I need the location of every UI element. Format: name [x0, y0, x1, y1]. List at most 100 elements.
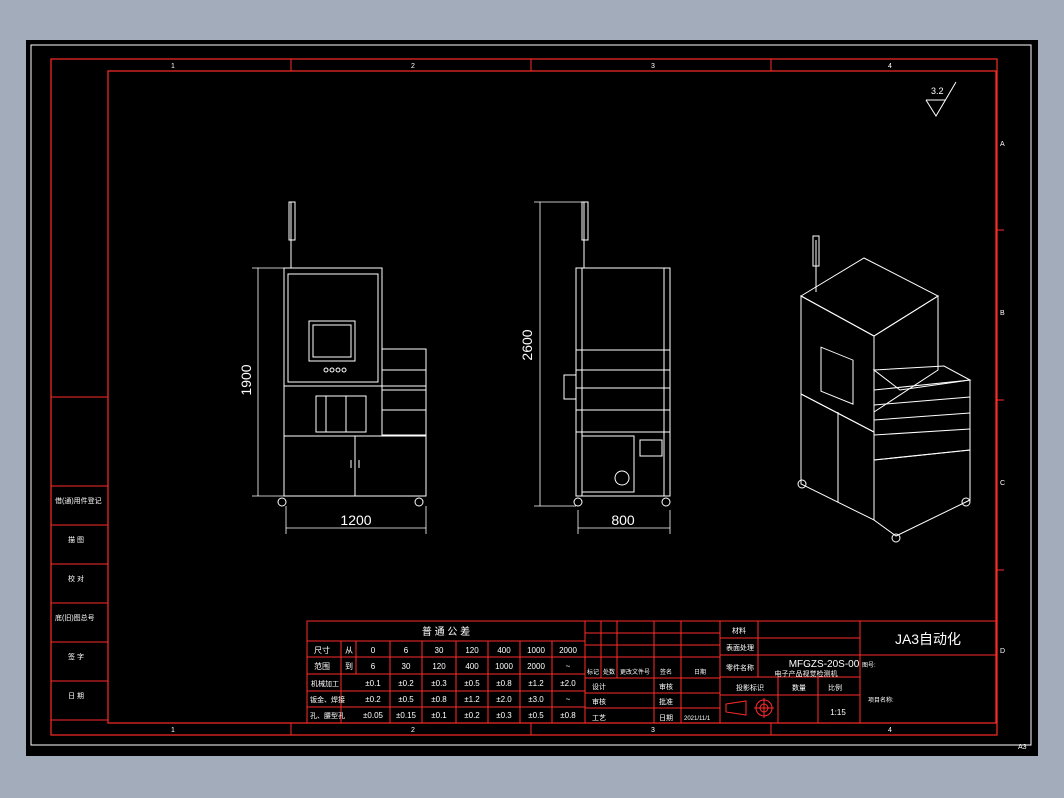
- tolerance-title: 普 通 公 差: [422, 625, 470, 638]
- scale-label: 比例: [828, 683, 842, 692]
- approval-right-2: 日期: [659, 714, 673, 722]
- tol-row1-v6: ~: [566, 695, 571, 704]
- material-label: 材料: [732, 626, 746, 635]
- company-name: JA3自动化: [895, 631, 961, 647]
- isometric-view: [797, 235, 972, 543]
- tol-to-5: 2000: [527, 662, 545, 671]
- tol-row2-label: 孔、腰型孔: [310, 711, 345, 720]
- zone-col-3-top: 3: [651, 63, 655, 70]
- quantity-label: 数量: [792, 683, 806, 692]
- tolerance-from-row: 0 6 30 120 400 1000 2000: [371, 646, 578, 655]
- projection-label: 投影标识: [736, 683, 764, 692]
- change-label-4: 日期: [694, 668, 706, 676]
- tol-to-3: 400: [465, 662, 479, 671]
- approval-label-1: 审核: [592, 697, 606, 706]
- tol-row0-v5: ±1.2: [528, 679, 544, 688]
- approval-right-0: 审核: [659, 682, 673, 691]
- project-label: 项目名称:: [868, 696, 894, 704]
- rev-label-3: 底(旧)图总号: [55, 613, 95, 622]
- approval-right-1: 批准: [659, 697, 673, 706]
- part-name-label: 零件名称: [726, 663, 754, 672]
- tol-from-0: 0: [371, 646, 376, 655]
- tol-row0-v3: ±0.5: [464, 679, 480, 688]
- tol-row2-v6: ±0.8: [560, 711, 576, 720]
- tol-from-3: 120: [465, 646, 479, 655]
- tol-to-4: 1000: [495, 662, 513, 671]
- tolerance-range-label: 范围: [314, 661, 330, 671]
- zone-col-3-bottom: 3: [651, 727, 655, 734]
- change-label-3: 签名: [660, 668, 672, 676]
- outer-frame: [50, 58, 998, 736]
- tolerance-row-machining: 机械加工 ±0.1 ±0.2 ±0.3 ±0.5 ±0.8 ±1.2 ±2.0: [311, 679, 576, 688]
- dim-front-width: 1200: [340, 512, 371, 528]
- tol-row1-v4: ±2.0: [496, 695, 512, 704]
- side-dimensions: [534, 201, 671, 534]
- tol-row1-v0: ±0.2: [365, 695, 381, 704]
- change-label-1: 处数: [603, 668, 615, 676]
- tolerance-to-label: 到: [345, 662, 353, 671]
- tol-to-6: ~: [566, 662, 571, 671]
- tol-to-2: 120: [432, 662, 446, 671]
- front-view: [277, 201, 427, 507]
- tol-row0-v6: ±2.0: [560, 679, 576, 688]
- tol-row2-v2: ±0.1: [431, 711, 447, 720]
- tol-row2-v1: ±0.15: [396, 711, 417, 720]
- tol-row2-v0: ±0.05: [363, 711, 384, 720]
- zone-col-2-top: 2: [411, 63, 415, 70]
- tolerance-row-sheetmetal: 钣金、焊接 ±0.2 ±0.5 ±0.8 ±1.2 ±2.0 ±3.0 ~: [310, 695, 571, 704]
- approval-date-value: 2021/11/1: [684, 716, 711, 722]
- drawing-svg: 1 2 3 4 1 2 3 4 A B C D 3.2 A3 借(通)用件登记 …: [30, 44, 1032, 751]
- change-label-0: 标记: [587, 668, 599, 676]
- zone-row-d: D: [1000, 648, 1005, 655]
- tolerance-from-label: 从: [345, 646, 353, 655]
- tol-row0-v4: ±0.8: [496, 679, 512, 688]
- roughness-value: 3.2: [931, 86, 944, 96]
- tol-to-1: 30: [402, 662, 411, 671]
- rev-label-5: 日 期: [68, 692, 84, 700]
- rev-label-0: 借(通)用件登记: [55, 496, 102, 505]
- zone-row-a: A: [1000, 141, 1005, 148]
- dim-side-width: 800: [611, 512, 635, 528]
- change-label-2: 更改文件号: [620, 668, 650, 676]
- sheet-border: [30, 44, 1032, 746]
- tol-to-0: 6: [371, 662, 376, 671]
- side-view: [563, 201, 671, 507]
- tol-row0-v0: ±0.1: [365, 679, 381, 688]
- tol-row2-v3: ±0.2: [464, 711, 480, 720]
- part-name: 电子产品视觉检测机: [775, 669, 838, 678]
- tol-from-1: 6: [404, 646, 409, 655]
- approval-label-2: 工艺: [592, 714, 606, 722]
- inner-frame: [107, 70, 997, 724]
- tol-row2-v4: ±0.3: [496, 711, 512, 720]
- rev-label-2: 校 对: [68, 574, 84, 583]
- projection-icon: [725, 698, 774, 718]
- tol-row1-v5: ±3.0: [528, 695, 544, 704]
- zone-col-2-bottom: 2: [411, 727, 415, 734]
- tol-row0-label: 机械加工: [311, 679, 339, 688]
- dim-front-height: 1900: [238, 364, 254, 395]
- drawing-number-label: 图号:: [862, 662, 876, 669]
- tolerance-row-holes: 孔、腰型孔 ±0.05 ±0.15 ±0.1 ±0.2 ±0.3 ±0.5 ±0…: [310, 711, 576, 720]
- zone-row-c: C: [1000, 480, 1005, 487]
- front-dimensions: [252, 267, 427, 534]
- rev-label-4: 签 字: [68, 652, 84, 661]
- tol-from-5: 1000: [527, 646, 545, 655]
- scale-value: 1:15: [830, 708, 846, 717]
- tol-row0-v2: ±0.3: [431, 679, 447, 688]
- surface-label: 表面处理: [726, 643, 754, 652]
- dim-side-height: 2600: [519, 329, 535, 360]
- zone-row-b: B: [1000, 310, 1005, 317]
- zone-col-1-bottom: 1: [171, 727, 175, 734]
- tol-row2-v5: ±0.5: [528, 711, 544, 720]
- tol-from-4: 400: [497, 646, 511, 655]
- drawing-canvas: 1 2 3 4 1 2 3 4 A B C D 3.2 A3 借(通)用件登记 …: [26, 40, 1038, 756]
- corner-label: A3: [1018, 744, 1027, 751]
- zone-col-1-top: 1: [171, 63, 175, 70]
- tolerance-size-label: 尺寸: [314, 645, 330, 655]
- approval-label-0: 设计: [592, 682, 606, 691]
- drawing-number: MFGZS-20S-00: [789, 659, 860, 670]
- tol-row0-v1: ±0.2: [398, 679, 414, 688]
- tol-row1-v3: ±1.2: [464, 695, 480, 704]
- tol-row1-label: 钣金、焊接: [310, 695, 345, 704]
- revision-block: [51, 396, 108, 721]
